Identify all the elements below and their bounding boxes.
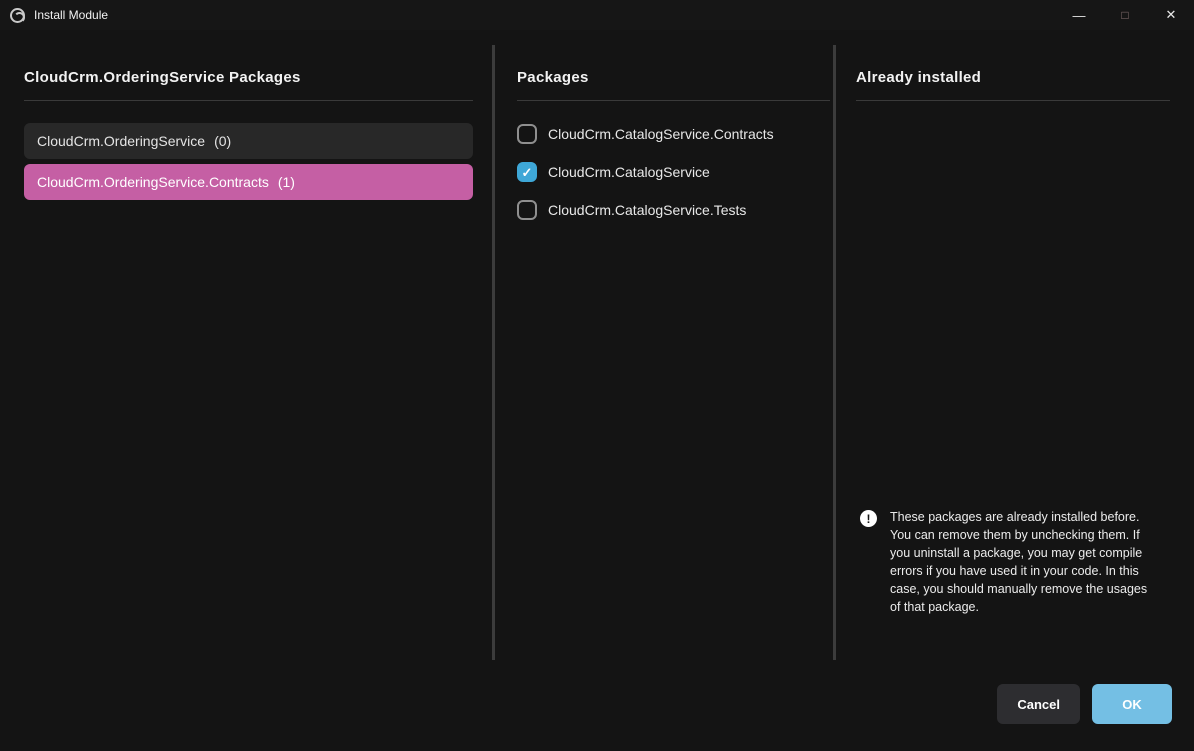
already-installed-header: Already installed — [856, 68, 1170, 101]
module-item-orderingservice-contracts[interactable]: CloudCrm.OrderingService.Contracts (1) — [24, 164, 473, 200]
module-item-label: CloudCrm.OrderingService — [37, 133, 205, 149]
package-row-catalogservice-contracts[interactable]: CloudCrm.CatalogService.Contracts — [517, 115, 830, 153]
package-label: CloudCrm.CatalogService.Tests — [548, 202, 746, 218]
already-installed-panel: Already installed — [856, 68, 1170, 101]
package-list: CloudCrm.CatalogService.Contracts ✓ Clou… — [517, 115, 830, 229]
module-item-orderingservice[interactable]: CloudCrm.OrderingService (0) — [24, 123, 473, 159]
checkbox-unchecked-icon[interactable] — [517, 200, 537, 220]
panel-divider — [833, 45, 836, 660]
package-row-catalogservice[interactable]: ✓ CloudCrm.CatalogService — [517, 153, 830, 191]
modules-panel-header: CloudCrm.OrderingService Packages — [24, 68, 473, 101]
maximize-button[interactable]: □ — [1102, 0, 1148, 30]
packages-panel-header: Packages — [517, 68, 830, 101]
already-installed-note: ! These packages are already installed b… — [860, 508, 1162, 616]
window-title: Install Module — [34, 8, 108, 22]
check-icon: ✓ — [522, 166, 533, 179]
info-icon-glyph: ! — [867, 512, 871, 526]
minimize-button[interactable]: — — [1056, 0, 1102, 30]
cancel-button[interactable]: Cancel — [997, 684, 1080, 724]
checkbox-checked-icon[interactable]: ✓ — [517, 162, 537, 182]
window-controls: — □ ✕ — [1056, 0, 1194, 30]
module-item-label: CloudCrm.OrderingService.Contracts — [37, 174, 269, 190]
ok-button[interactable]: OK — [1092, 684, 1172, 724]
package-label: CloudCrm.CatalogService — [548, 164, 710, 180]
note-text: These packages are already installed bef… — [890, 508, 1156, 616]
package-row-catalogservice-tests[interactable]: CloudCrm.CatalogService.Tests — [517, 191, 830, 229]
modules-panel: CloudCrm.OrderingService Packages CloudC… — [24, 68, 473, 205]
close-button[interactable]: ✕ — [1148, 0, 1194, 30]
module-list: CloudCrm.OrderingService (0) CloudCrm.Or… — [24, 123, 473, 200]
info-icon: ! — [860, 510, 877, 527]
package-label: CloudCrm.CatalogService.Contracts — [548, 126, 774, 142]
footer-buttons: Cancel OK — [997, 684, 1172, 724]
panel-divider — [492, 45, 495, 660]
app-logo-icon — [10, 8, 25, 23]
checkbox-unchecked-icon[interactable] — [517, 124, 537, 144]
packages-panel: Packages CloudCrm.CatalogService.Contrac… — [517, 68, 830, 229]
module-item-count: (1) — [278, 174, 295, 190]
titlebar: Install Module — □ ✕ — [0, 0, 1194, 30]
module-item-count: (0) — [214, 133, 231, 149]
